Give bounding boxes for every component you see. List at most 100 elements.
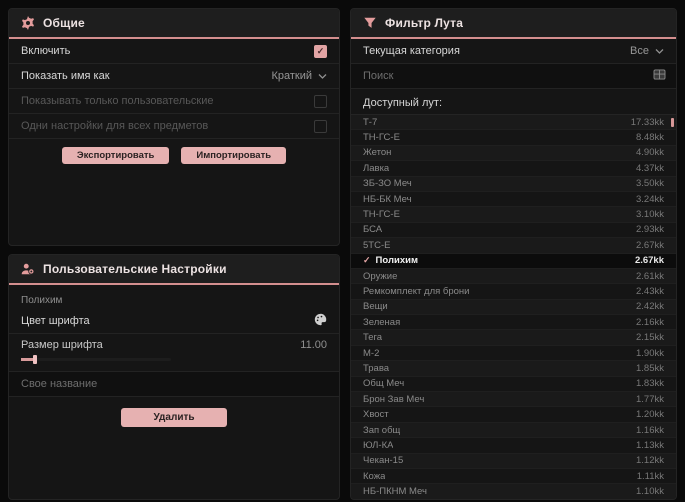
loot-item-name: Жетон: [363, 147, 392, 159]
check-icon: ✓: [363, 255, 371, 266]
category-dropdown[interactable]: Все: [630, 45, 664, 57]
loot-item-value: 8.48kk: [636, 132, 664, 144]
loot-row[interactable]: ЗБ-ЗО Меч 3.50kk: [351, 176, 676, 192]
same-settings-label: Одни настройки для всех предметов: [21, 120, 209, 132]
loot-item-value: 2.61kk: [636, 270, 664, 282]
row-same-settings: Одни настройки для всех предметов: [9, 114, 339, 139]
scrollbar-thumb[interactable]: [671, 118, 674, 127]
loot-item-name: Кожа: [363, 470, 386, 482]
row-search: [351, 64, 676, 89]
loot-item-name: БСА: [363, 224, 383, 236]
loot-item-value: 3.24kk: [636, 193, 664, 205]
loot-row[interactable]: НБ-ПКНМ Меч 1.10kk: [351, 484, 676, 499]
panel-loot-filter: Фильтр Лута Текущая категория Все Доступ…: [350, 8, 677, 500]
loot-item-value: 2.43kk: [636, 285, 664, 297]
loot-row[interactable]: Чекан-15 1.12kk: [351, 453, 676, 469]
gear-icon: [21, 16, 35, 30]
loot-row[interactable]: ТН-ГС-Е 8.48kk: [351, 130, 676, 146]
loot-list-title: Доступный лут:: [363, 97, 443, 109]
user-gear-icon: [21, 262, 35, 276]
loot-item-value: 2.67kk: [634, 255, 664, 267]
loot-item-value: 1.10kk: [636, 486, 664, 498]
loot-row[interactable]: 5ТС-Е 2.67kk: [351, 238, 676, 254]
loot-item-name: Вещи: [363, 301, 388, 313]
only-custom-checkbox[interactable]: [314, 94, 327, 108]
loot-item-value: 2.42kk: [636, 301, 664, 313]
loot-item-name: ЗБ-ЗО Меч: [363, 178, 412, 190]
export-import-row: Экспортировать Импортировать: [9, 139, 339, 173]
loot-row[interactable]: ЮЛ-КА 1.13kk: [351, 438, 676, 454]
loot-item-value: 4.37kk: [636, 162, 664, 174]
loot-row[interactable]: ✓ Полихим 2.67kk: [351, 253, 676, 269]
loot-row[interactable]: Т-7 17.33kk: [351, 115, 676, 131]
row-font-size: Размер шрифта 11.00: [9, 334, 339, 372]
panel-title: Фильтр Лута: [385, 16, 464, 30]
loot-row[interactable]: Трава 1.85kk: [351, 361, 676, 377]
loot-item-name: Трава: [363, 362, 390, 374]
loot-row[interactable]: Общ Меч 1.83kk: [351, 377, 676, 393]
loot-item-name: Лавка: [363, 162, 390, 174]
enable-label: Включить: [21, 45, 71, 57]
loot-item-name: Чекан-15: [363, 455, 404, 467]
loot-row[interactable]: БСА 2.93kk: [351, 223, 676, 239]
loot-row[interactable]: М-2 1.90kk: [351, 346, 676, 362]
font-size-label: Размер шрифта: [21, 339, 103, 351]
show-name-label: Показать имя как: [21, 70, 110, 82]
loot-item-value: 1.11kk: [636, 470, 664, 482]
loot-item-value: 4.90kk: [636, 147, 664, 159]
enable-checkbox[interactable]: ✓: [314, 44, 327, 58]
loot-item-value: 1.90kk: [636, 347, 664, 359]
loot-item-value: 1.85kk: [636, 362, 664, 374]
palette-icon[interactable]: [314, 313, 327, 329]
chevron-down-icon: [655, 45, 664, 57]
loot-row[interactable]: Зап общ 1.16kk: [351, 422, 676, 439]
panel-custom-settings: Пользовательские Настройки Полихим Цвет …: [8, 254, 340, 500]
loot-row[interactable]: Оружие 2.61kk: [351, 268, 676, 285]
custom-name-input[interactable]: [9, 378, 339, 390]
loot-row[interactable]: Вещи 2.42kk: [351, 299, 676, 316]
loot-item-name: ТН-ГС-Е: [363, 209, 400, 221]
only-custom-label: Показывать только пользовательские: [21, 95, 214, 107]
loot-row[interactable]: Зеленая 2.16kk: [351, 315, 676, 331]
loot-row[interactable]: Ремкомплект для брони 2.43kk: [351, 284, 676, 300]
delete-button[interactable]: Удалить: [121, 408, 227, 427]
loot-row[interactable]: Лавка 4.37kk: [351, 161, 676, 177]
loot-item-value: 1.20kk: [636, 409, 664, 421]
same-settings-checkbox[interactable]: [314, 119, 327, 133]
show-name-dropdown[interactable]: Краткий: [271, 70, 327, 82]
loot-item-name: НБ-БК Меч: [363, 193, 412, 205]
loot-item-name: ЮЛ-КА: [363, 439, 394, 451]
loot-item-name: Ремкомплект для брони: [363, 285, 470, 297]
loot-item-name: Общ Меч: [363, 378, 405, 390]
search-input[interactable]: [351, 70, 647, 82]
loot-item-value: 1.83kk: [636, 378, 664, 390]
loot-item-name: Тега: [363, 332, 383, 344]
loot-item-value: 1.12kk: [636, 455, 664, 467]
loot-item-value: 3.10kk: [636, 209, 664, 221]
loot-item-name: Т-7: [363, 116, 378, 128]
loot-row[interactable]: Кожа 1.11kk: [351, 469, 676, 485]
check-icon: ✓: [316, 45, 325, 56]
export-button[interactable]: Экспортировать: [61, 147, 170, 164]
funnel-icon: [363, 16, 377, 30]
font-color-label: Цвет шрифта: [21, 315, 90, 327]
slider-handle[interactable]: [33, 355, 37, 364]
loot-row[interactable]: ТН-ГС-Е 3.10kk: [351, 207, 676, 223]
loot-item-value: 3.50kk: [636, 178, 664, 190]
row-font-color: Цвет шрифта: [9, 309, 339, 334]
loot-row[interactable]: НБ-БК Меч 3.24kk: [351, 192, 676, 208]
loot-row[interactable]: Жетон 4.90kk: [351, 145, 676, 162]
loot-row[interactable]: Брон Зав Меч 1.77kk: [351, 392, 676, 408]
row-only-custom: Показывать только пользовательские: [9, 89, 339, 114]
font-size-slider[interactable]: [21, 355, 171, 364]
table-icon[interactable]: [653, 67, 666, 85]
loot-row[interactable]: Тега 2.15kk: [351, 330, 676, 346]
row-show-name: Показать имя как Краткий: [9, 64, 339, 89]
loot-item-name: Хвост: [363, 409, 389, 421]
panel-custom-header: Пользовательские Настройки: [9, 255, 339, 285]
loot-item-name: ✓ Полихим: [363, 255, 418, 267]
loot-row[interactable]: Хвост 1.20kk: [351, 407, 676, 423]
slider-track: [21, 358, 171, 361]
import-button[interactable]: Импортировать: [181, 147, 287, 164]
loot-item-value: 2.16kk: [636, 316, 664, 328]
